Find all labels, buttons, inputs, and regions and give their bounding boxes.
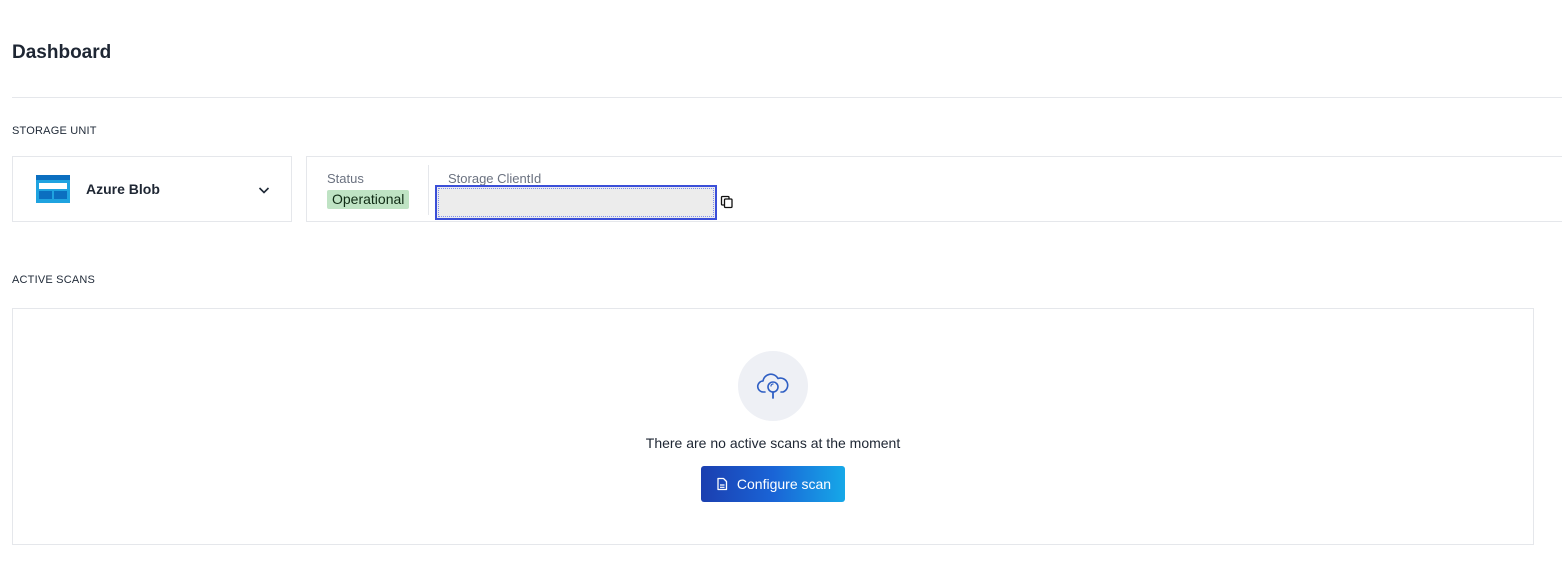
page-title: Dashboard <box>12 42 112 63</box>
storage-unit-name: Azure Blob <box>86 181 160 197</box>
copy-icon[interactable] <box>720 195 734 209</box>
configure-scan-button[interactable]: Configure scan <box>701 466 845 502</box>
document-icon <box>717 477 728 491</box>
status-label: Status <box>327 171 364 186</box>
storage-unit-section-label: STORAGE UNIT <box>12 125 97 137</box>
dashboard-page: Dashboard STORAGE UNIT Azure Blob Status… <box>0 0 1562 563</box>
active-scans-panel: There are no active scans at the moment … <box>12 308 1534 545</box>
storage-info-panel: Status Operational Storage ClientId <box>306 156 1562 222</box>
empty-state-circle <box>738 351 808 421</box>
field-separator <box>428 165 429 215</box>
configure-scan-label: Configure scan <box>736 476 832 492</box>
active-scans-section-label: ACTIVE SCANS <box>12 274 96 286</box>
client-id-input[interactable] <box>435 185 717 220</box>
cloud-search-icon <box>756 373 789 399</box>
empty-state-message: There are no active scans at the moment <box>645 435 901 451</box>
status-badge: Operational <box>327 190 410 209</box>
status-field: Status Operational <box>327 171 410 209</box>
chevron-down-icon <box>258 187 270 194</box>
azure-blob-icon <box>36 175 70 203</box>
storage-unit-dropdown[interactable]: Azure Blob <box>12 156 292 222</box>
header-divider <box>12 97 1562 98</box>
